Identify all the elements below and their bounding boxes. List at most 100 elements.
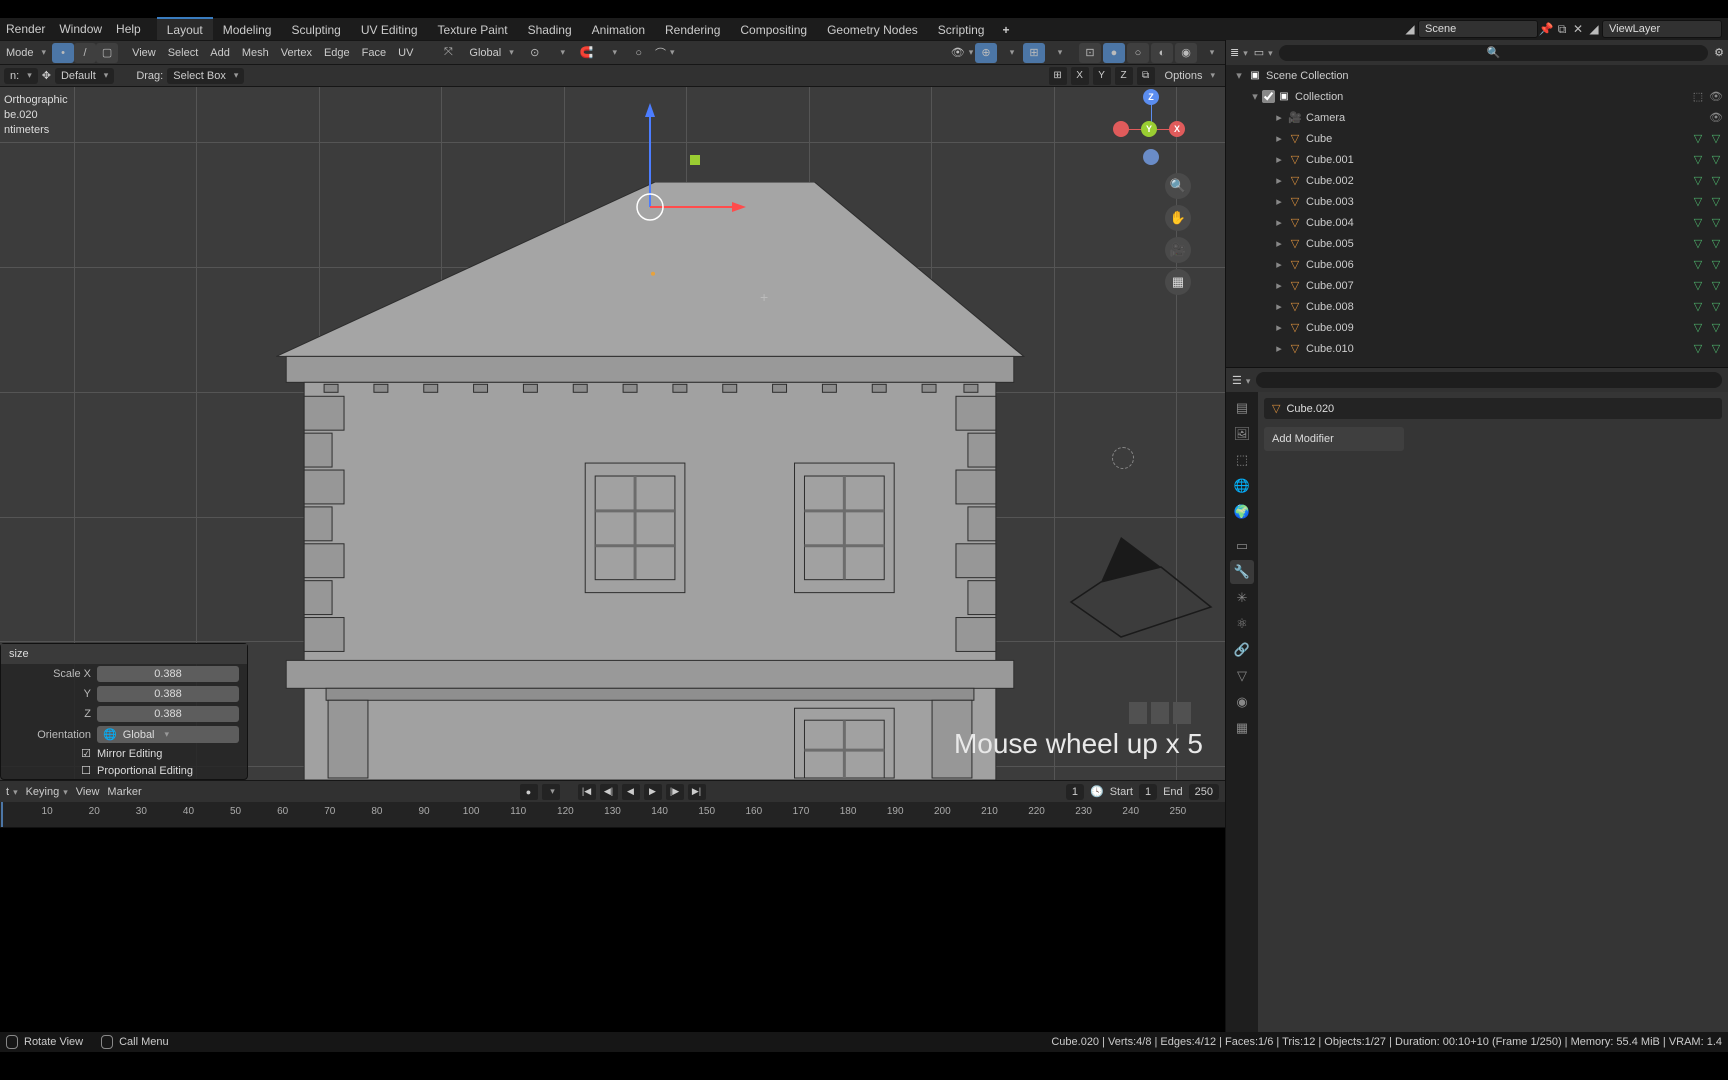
keying-dropdown[interactable]: Keying — [26, 786, 68, 798]
select-mode-edge-icon[interactable]: / — [74, 43, 96, 63]
tab-texture-paint[interactable]: Texture Paint — [428, 17, 518, 41]
tab-render-icon[interactable]: ▤ — [1230, 396, 1254, 420]
menu-vertex[interactable]: Vertex — [275, 47, 318, 59]
hide-icon[interactable]: ▽ — [1708, 321, 1724, 334]
disclosure-icon[interactable]: ▾ — [1248, 90, 1262, 103]
select-mode-face-icon[interactable]: ▢ — [96, 43, 118, 63]
data-icon[interactable]: ▽ — [1690, 132, 1706, 145]
tab-data-icon[interactable]: ▽ — [1230, 664, 1254, 688]
menu-edge[interactable]: Edge — [318, 47, 356, 59]
menu-help[interactable]: Help — [116, 22, 141, 36]
tab-output-icon[interactable]: 🖼 — [1230, 422, 1254, 446]
viewlayer-browse-icon[interactable]: ◢ — [1586, 19, 1602, 39]
tab-animation[interactable]: Animation — [582, 17, 655, 41]
jump-start-icon[interactable]: |◀ — [578, 784, 596, 800]
axis-z[interactable]: Z — [1115, 67, 1133, 85]
mesh-object[interactable]: Cube.008 — [1304, 301, 1690, 313]
scale-y-field[interactable]: 0.388 — [97, 686, 239, 702]
drag-mode[interactable]: Select Box — [167, 68, 244, 84]
gizmo-dropdown-icon[interactable] — [999, 43, 1021, 63]
menu-add[interactable]: Add — [204, 47, 236, 59]
shading-rendered-icon[interactable]: ◉ — [1175, 43, 1197, 63]
proportional-edit-icon[interactable]: ○ — [628, 43, 650, 63]
tab-world-icon[interactable]: 🌍 — [1230, 500, 1254, 524]
menu-select[interactable]: Select — [162, 47, 205, 59]
data-icon[interactable]: ▽ — [1690, 321, 1706, 334]
disclosure-icon[interactable]: ▸ — [1272, 111, 1286, 124]
start-frame[interactable]: 1 — [1139, 784, 1157, 800]
viewport-options[interactable]: Options — [1159, 68, 1221, 84]
tab-constraints-icon[interactable]: 🔗 — [1230, 638, 1254, 662]
mesh-object[interactable]: Cube.009 — [1304, 322, 1690, 334]
disclosure-icon[interactable]: ▸ — [1272, 279, 1286, 292]
disclosure-icon[interactable]: ▸ — [1272, 153, 1286, 166]
timeline-view-menu[interactable]: View — [76, 786, 100, 798]
tab-object-icon[interactable]: ▭ — [1230, 534, 1254, 558]
menu-render[interactable]: Render — [6, 22, 45, 36]
hide-icon[interactable]: ▽ — [1708, 174, 1724, 187]
hide-icon[interactable]: ▽ — [1708, 300, 1724, 313]
menu-window[interactable]: Window — [59, 22, 102, 36]
hide-icon[interactable]: ▽ — [1708, 279, 1724, 292]
tool-preset-icon[interactable]: ✥ — [42, 69, 51, 82]
operator-title[interactable]: size — [1, 644, 247, 664]
shading-wire-icon[interactable]: ○ — [1127, 43, 1149, 63]
tool-settings-editor-icon[interactable]: n: — [4, 68, 38, 84]
properties-editor-icon[interactable]: ☰ — [1232, 374, 1250, 387]
tab-scene-icon[interactable]: 🌐 — [1230, 474, 1254, 498]
playhead[interactable] — [1, 802, 3, 827]
play-icon[interactable]: ▶ — [644, 784, 662, 800]
disclosure-icon[interactable]: ▸ — [1272, 258, 1286, 271]
menu-face[interactable]: Face — [356, 47, 392, 59]
tab-scripting[interactable]: Scripting — [928, 17, 995, 41]
data-icon[interactable]: ▽ — [1690, 237, 1706, 250]
data-icon[interactable]: ▽ — [1690, 195, 1706, 208]
tab-rendering[interactable]: Rendering — [655, 17, 730, 41]
mesh-object[interactable]: Cube.007 — [1304, 280, 1690, 292]
tool-preset[interactable]: Default — [55, 68, 114, 84]
mesh-object[interactable]: Cube.001 — [1304, 154, 1690, 166]
tab-physics-icon[interactable]: ⚛ — [1230, 612, 1254, 636]
gizmo-y-icon[interactable]: Y — [1141, 121, 1157, 137]
menu-view[interactable]: View — [126, 47, 162, 59]
add-modifier-button[interactable]: Add Modifier — [1264, 427, 1404, 451]
data-icon[interactable]: ▽ — [1690, 258, 1706, 271]
mirror-checkbox[interactable]: ☑ — [9, 747, 91, 760]
menu-uv[interactable]: UV — [392, 47, 419, 59]
proportional-falloff-icon[interactable]: ⌒ — [654, 43, 676, 63]
menu-mesh[interactable]: Mesh — [236, 47, 275, 59]
perspective-icon[interactable]: ▦ — [1165, 269, 1191, 295]
transform-gizmo[interactable] — [620, 97, 760, 297]
timeline-editor-icon[interactable]: t — [6, 786, 18, 798]
timeline[interactable]: 1020304050607080901001101201301401501601… — [0, 802, 1225, 828]
mode-selector[interactable]: Mode — [0, 45, 52, 61]
disclosure-icon[interactable]: ▸ — [1272, 216, 1286, 229]
tab-material-icon[interactable]: ◉ — [1230, 690, 1254, 714]
clock-icon[interactable]: 🕓 — [1090, 785, 1104, 798]
overlay-dropdown-icon[interactable] — [1047, 43, 1069, 63]
tab-shading[interactable]: Shading — [518, 17, 582, 41]
scene-collection[interactable]: Scene Collection — [1264, 70, 1724, 82]
visibility-icon[interactable]: 👁 — [951, 43, 973, 63]
tab-compositing[interactable]: Compositing — [730, 17, 817, 41]
shading-dropdown-icon[interactable] — [1199, 43, 1221, 63]
autokey-dropdown-icon[interactable] — [542, 784, 560, 800]
outliner-mode-icon[interactable]: ▭ — [1254, 46, 1273, 59]
hide-icon[interactable]: ▽ — [1708, 258, 1724, 271]
gizmo-toggle-icon[interactable]: ⊕ — [975, 43, 997, 63]
tab-add-workspace[interactable]: + — [994, 17, 1017, 41]
scene-field[interactable]: Scene — [1418, 20, 1538, 38]
disclosure-icon[interactable]: ▸ — [1272, 321, 1286, 334]
autokey-icon[interactable]: ● — [520, 784, 538, 800]
scene-browse-icon[interactable]: ◢ — [1402, 19, 1418, 39]
hide-icon[interactable]: 👁 — [1708, 111, 1724, 124]
orientation-selector[interactable]: Global — [463, 45, 519, 61]
pin-icon[interactable]: 📌 — [1538, 19, 1554, 39]
tab-sculpting[interactable]: Sculpting — [281, 17, 350, 41]
filter-icon[interactable]: ⚙ — [1714, 46, 1724, 59]
viewport[interactable]: Orthographic be.020 ntimeters — [0, 87, 1225, 780]
overlay-toggle-icon[interactable]: ⊞ — [1023, 43, 1045, 63]
exclude-icon[interactable]: ⬚ — [1690, 90, 1706, 103]
tab-layout[interactable]: Layout — [157, 17, 213, 41]
automerge-icon[interactable]: ⧉ — [1137, 67, 1155, 85]
